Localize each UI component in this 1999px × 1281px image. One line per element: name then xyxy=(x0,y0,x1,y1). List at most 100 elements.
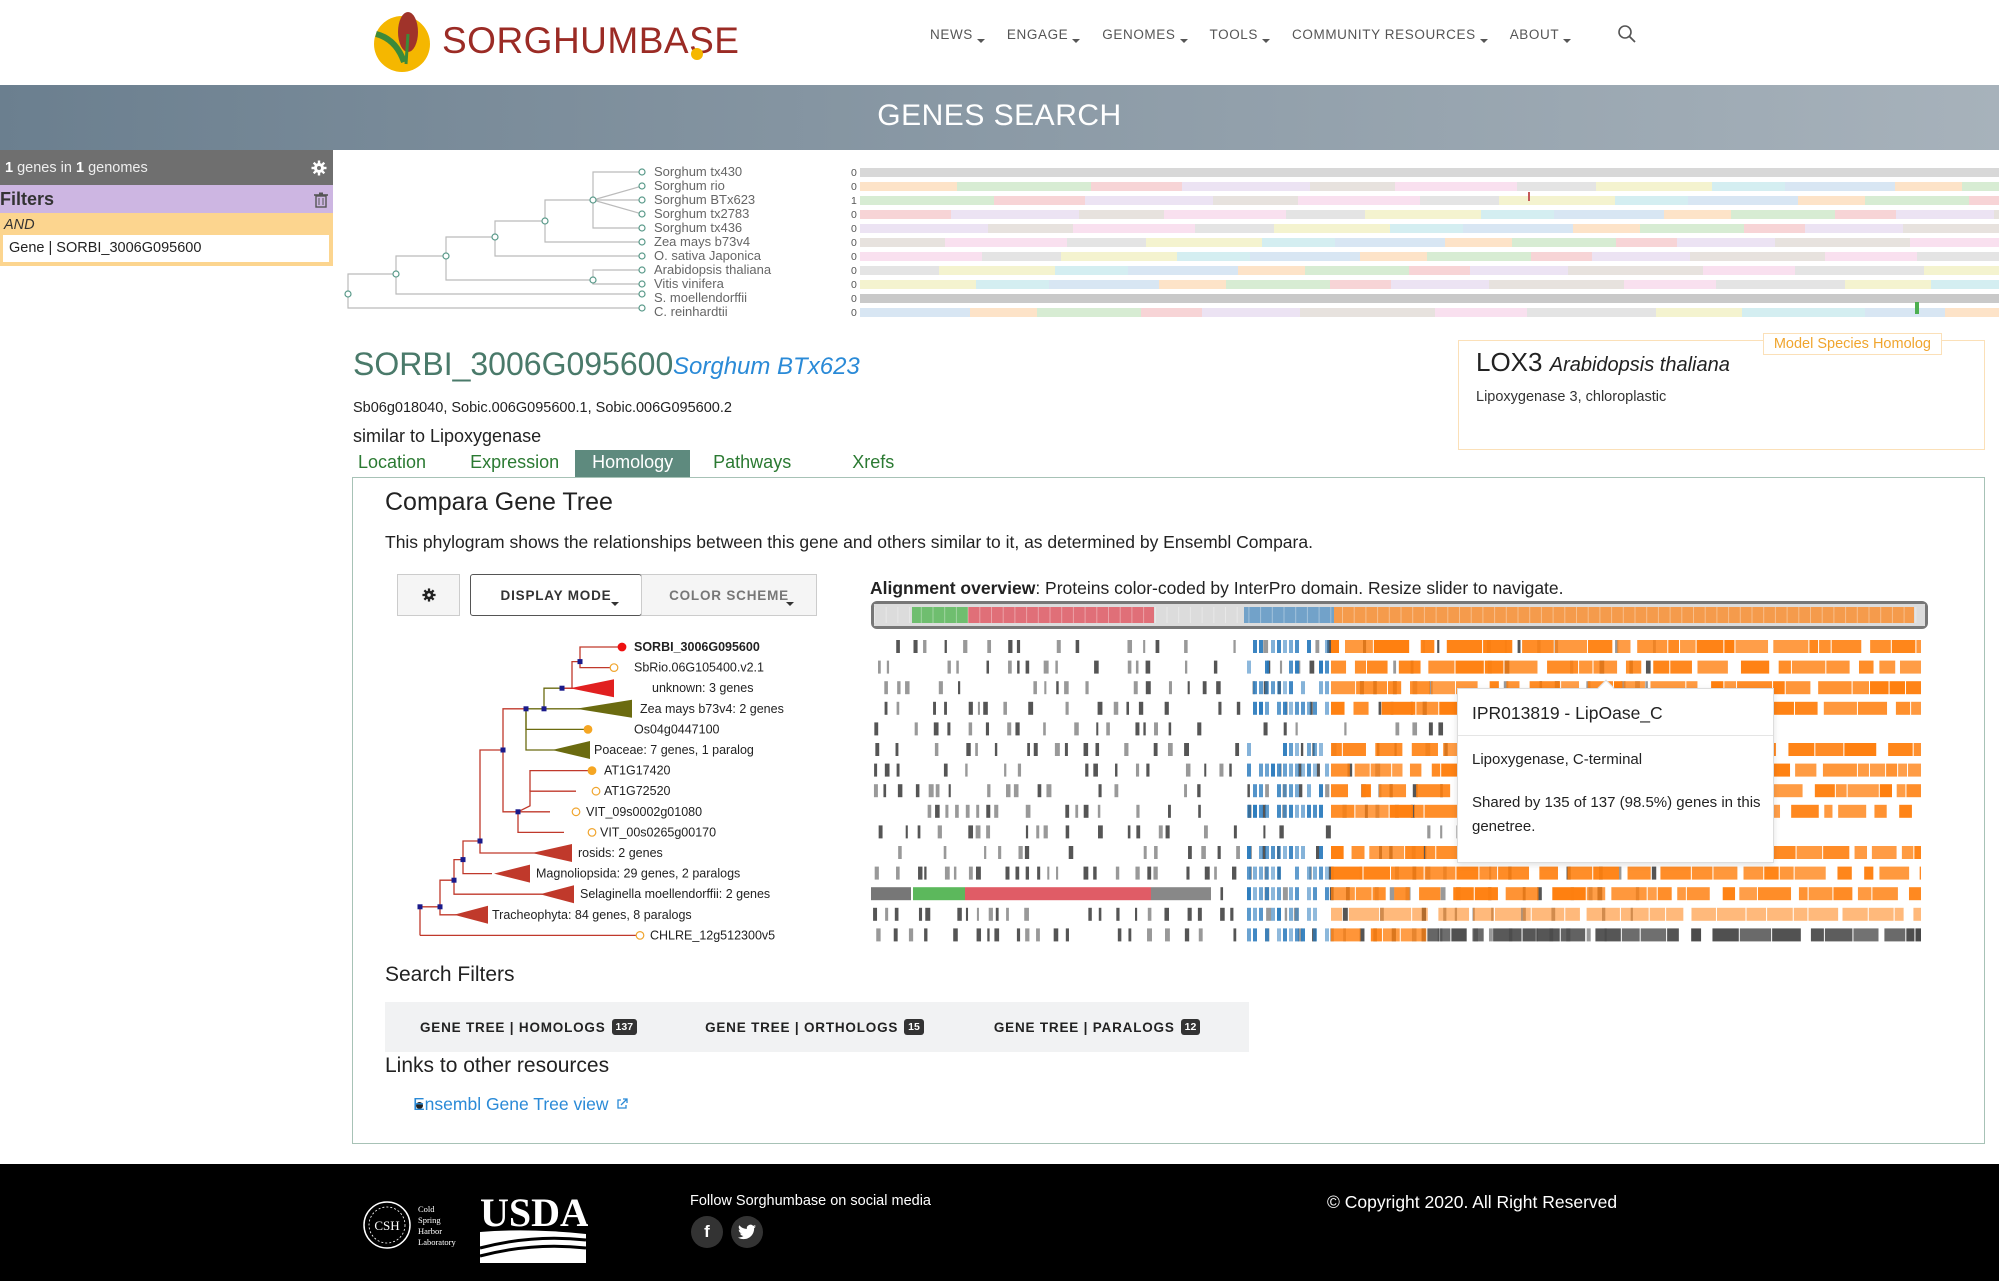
leaf-node[interactable] xyxy=(587,766,597,776)
collapsed-clade-triangle[interactable] xyxy=(576,699,632,718)
slider-texture xyxy=(1470,607,1472,623)
gene-tree[interactable]: SORBI_3006G095600 SbRio.06G105400.v2.1 unk… xyxy=(400,630,840,950)
internal-node[interactable] xyxy=(523,706,529,712)
tab-expression[interactable]: Expression xyxy=(470,450,559,477)
tree-leaf-label[interactable]: Selaginella moellendorffii: 2 genes xyxy=(580,887,770,901)
gene-filter-chip[interactable]: Gene | SORBI_3006G095600 xyxy=(3,235,329,262)
genome-bar[interactable] xyxy=(860,168,1999,177)
slider-texture xyxy=(1049,607,1051,623)
genome-overview-bars[interactable] xyxy=(860,168,1999,317)
sorghumbase-logo[interactable]: SORGHUMBASE xyxy=(366,4,739,76)
tab-location[interactable]: Location xyxy=(358,450,426,477)
leaf-node[interactable] xyxy=(617,642,627,652)
nav-news[interactable]: NEWS xyxy=(930,27,985,47)
leaf-node[interactable] xyxy=(587,827,597,837)
tree-leaf-label[interactable]: SbRio.06G105400.v2.1 xyxy=(634,661,764,675)
tree-leaf-label[interactable]: VIT_09s0002g01080 xyxy=(586,805,702,819)
tree-leaf-label[interactable]: AT1G72520 xyxy=(604,784,671,798)
internal-node[interactable] xyxy=(460,857,466,863)
genome-bar[interactable] xyxy=(860,308,1999,317)
internal-node[interactable] xyxy=(515,809,521,815)
genome-bar[interactable] xyxy=(860,252,1999,261)
collapsed-clade-triangle[interactable] xyxy=(532,844,572,862)
collapsed-clade-triangle[interactable] xyxy=(570,679,614,698)
collapsed-clade-triangle[interactable] xyxy=(540,885,574,904)
trash-icon[interactable] xyxy=(314,192,328,208)
display-mode-dropdown[interactable]: DISPLAY MODE xyxy=(470,574,642,616)
tree-leaf-label[interactable]: SORBI_3006G095600 xyxy=(634,640,760,654)
alignment-row[interactable] xyxy=(873,907,1921,921)
internal-node[interactable] xyxy=(559,685,565,691)
alignment-title-bold: Alignment overview xyxy=(870,578,1036,598)
domain-green xyxy=(912,607,968,623)
internal-node[interactable] xyxy=(451,877,457,883)
tree-leaf-label[interactable]: Os04g0447100 xyxy=(634,722,720,736)
tree-leaf-label[interactable]: unknown: 3 genes xyxy=(652,681,753,695)
usda-logo[interactable]: USDA xyxy=(478,1188,588,1263)
internal-node[interactable] xyxy=(417,904,423,910)
internal-node[interactable] xyxy=(541,706,547,712)
alignment-slider[interactable] xyxy=(871,601,1928,629)
links-title: Links to other resources xyxy=(385,1054,610,1077)
tree-leaf-label[interactable]: CHLRE_12g512300v5 xyxy=(650,928,775,942)
genome-bar[interactable] xyxy=(860,182,1999,191)
gear-icon[interactable] xyxy=(311,160,327,176)
collapsed-clade-triangle[interactable] xyxy=(552,741,590,759)
leaf-node[interactable] xyxy=(571,807,581,817)
genome-bar[interactable] xyxy=(860,210,1999,219)
genome-bar[interactable] xyxy=(860,224,1999,233)
link-text: Ensembl Gene Tree view xyxy=(413,1094,609,1114)
gene-species-link[interactable]: Sorghum BTx623 xyxy=(673,353,860,381)
twitter-icon[interactable] xyxy=(731,1216,763,1248)
internal-node[interactable] xyxy=(477,838,483,844)
csh-logo[interactable]: CSH Cold Spring Harbor Laboratory xyxy=(362,1198,472,1253)
nav-engage[interactable]: ENGAGE xyxy=(1007,27,1081,47)
genome-bar[interactable] xyxy=(860,266,1999,275)
collapsed-clade-triangle[interactable] xyxy=(454,905,488,924)
tree-leaf-label[interactable]: Magnoliopsida: 29 genes, 2 paralogs xyxy=(536,867,740,881)
genome-bar[interactable] xyxy=(860,280,1999,289)
domain-blue xyxy=(1244,607,1334,623)
tree-leaf-label[interactable]: VIT_00s0265g00170 xyxy=(600,825,716,839)
species-label: Arabidopsis thaliana xyxy=(654,262,772,277)
sorghum-logo-icon xyxy=(374,12,430,72)
filter-orthologs-button[interactable]: GENE TREE | ORTHOLOGS 15 xyxy=(705,1019,924,1035)
ensembl-gene-tree-link[interactable]: Ensembl Gene Tree view xyxy=(413,1094,629,1115)
leaf-node[interactable] xyxy=(583,724,593,734)
search-icon[interactable] xyxy=(1617,24,1637,44)
color-scheme-dropdown[interactable]: COLOR SCHEME xyxy=(641,574,817,616)
nav-community-resources[interactable]: COMMUNITY RESOURCES xyxy=(1292,27,1488,47)
tree-settings-button[interactable] xyxy=(397,574,460,616)
alignment-row[interactable] xyxy=(874,866,1921,880)
tab-homology[interactable]: Homology xyxy=(575,450,691,477)
tree-leaf-label[interactable]: Tracheophyta: 84 genes, 8 paralogs xyxy=(492,908,692,922)
internal-node[interactable] xyxy=(577,659,583,665)
internal-node[interactable] xyxy=(500,747,506,753)
leaf-node[interactable] xyxy=(635,931,645,940)
alignment-row[interactable] xyxy=(878,660,1921,674)
tree-leaf-label[interactable]: rosids: 2 genes xyxy=(578,846,663,860)
alignment-row[interactable] xyxy=(896,640,1921,653)
tab-pathways[interactable]: Pathways xyxy=(713,450,791,477)
genome-bar[interactable] xyxy=(860,196,1999,205)
collapsed-clade-triangle[interactable] xyxy=(494,864,530,883)
leaf-node[interactable] xyxy=(591,786,601,796)
nav-about[interactable]: ABOUT xyxy=(1510,27,1572,47)
facebook-icon[interactable]: f xyxy=(691,1216,723,1248)
alignment-row[interactable] xyxy=(871,887,1921,901)
tree-leaf-label[interactable]: Poaceae: 7 genes, 1 paralog xyxy=(594,743,754,757)
tab-xrefs[interactable]: Xrefs xyxy=(852,450,894,477)
nav-genomes[interactable]: GENOMES xyxy=(1102,27,1188,47)
slider-texture xyxy=(1751,607,1753,623)
internal-node[interactable] xyxy=(437,904,443,910)
alignment-row[interactable] xyxy=(876,928,1921,942)
tree-leaf-label[interactable]: AT1G17420 xyxy=(604,764,671,778)
filter-paralogs-button[interactable]: GENE TREE | PARALOGS 12 xyxy=(994,1019,1201,1035)
genome-bar[interactable] xyxy=(860,294,1999,303)
genome-bar[interactable] xyxy=(860,238,1999,247)
tree-leaf-label[interactable]: Zea mays b73v4: 2 genes xyxy=(640,702,784,716)
nav-tools[interactable]: TOOLS xyxy=(1210,27,1271,47)
leaf-node[interactable] xyxy=(609,663,619,672)
filter-homologs-button[interactable]: GENE TREE | HOMOLOGS 137 xyxy=(420,1019,638,1035)
slider-texture xyxy=(1400,607,1402,623)
